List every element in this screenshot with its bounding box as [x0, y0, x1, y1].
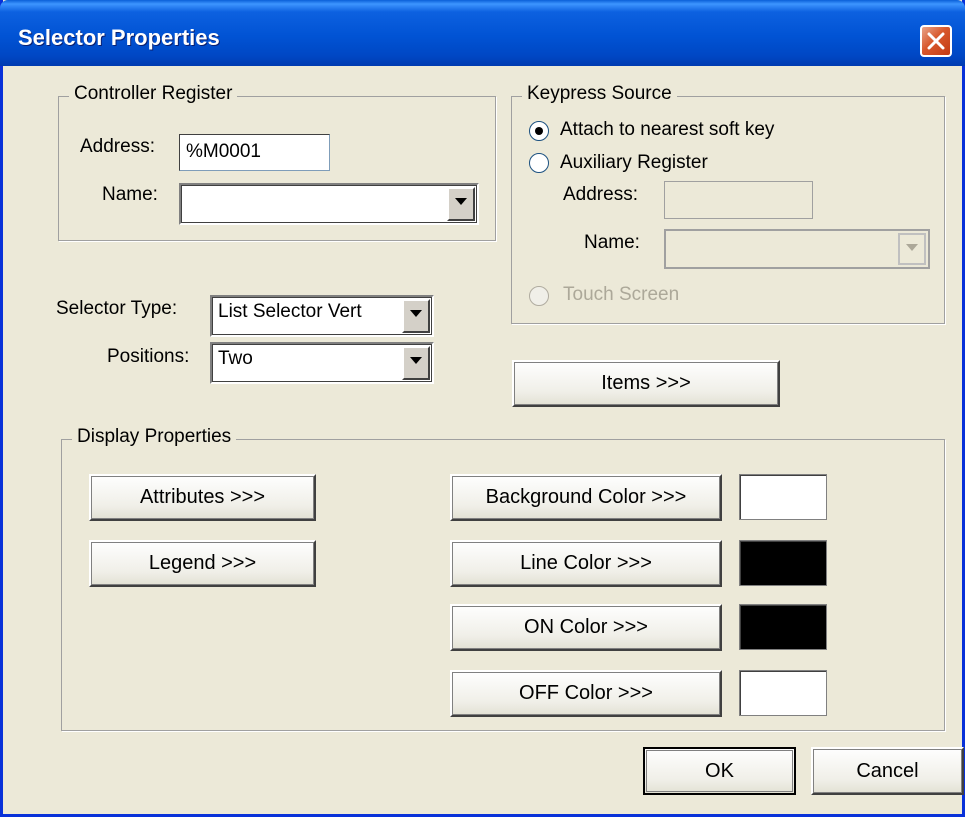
close-icon [927, 32, 945, 50]
chevron-down-icon [906, 244, 918, 251]
name-label: Name: [102, 184, 158, 205]
positions-combobox[interactable]: Two [210, 342, 434, 384]
on-color-swatch[interactable] [739, 604, 827, 650]
close-button[interactable] [920, 25, 952, 57]
chevron-down-icon [410, 357, 422, 364]
line-color-swatch[interactable] [739, 540, 827, 586]
background-color-button[interactable]: Background Color >>> [450, 474, 722, 521]
keypress-source-title: Keypress Source [522, 83, 677, 105]
aux-name-combobox[interactable] [664, 229, 930, 269]
selector-type-label: Selector Type: [56, 298, 178, 319]
name-dropdown-button[interactable] [447, 187, 475, 221]
aux-name-label: Name: [584, 232, 640, 253]
attributes-button[interactable]: Attributes >>> [89, 474, 316, 521]
touch-screen-label[interactable]: Touch Screen [563, 284, 679, 306]
aux-name-dropdown-button[interactable] [898, 233, 926, 265]
line-color-button[interactable]: Line Color >>> [450, 540, 722, 587]
off-color-button[interactable]: OFF Color >>> [450, 670, 722, 717]
positions-value: Two [218, 348, 253, 369]
positions-dropdown-button[interactable] [402, 346, 430, 380]
selector-properties-dialog: Selector Properties Controller Register … [0, 0, 965, 817]
window-title: Selector Properties [18, 25, 220, 50]
aux-address-input[interactable] [664, 181, 813, 219]
ok-button[interactable]: OK [643, 747, 796, 795]
auxiliary-register-radio[interactable] [529, 153, 549, 173]
legend-button[interactable]: Legend >>> [89, 540, 316, 587]
auxiliary-register-label[interactable]: Auxiliary Register [560, 152, 708, 174]
attach-soft-key-radio[interactable] [529, 121, 549, 141]
off-color-swatch[interactable] [739, 670, 827, 716]
address-input[interactable]: %M0001 [179, 134, 330, 171]
items-button[interactable]: Items >>> [512, 360, 780, 407]
aux-address-label: Address: [563, 184, 638, 205]
title-bar[interactable]: Selector Properties [0, 0, 965, 66]
selector-type-dropdown-button[interactable] [402, 299, 430, 333]
touch-screen-radio[interactable] [529, 286, 549, 306]
address-label: Address: [80, 136, 155, 157]
controller-register-title: Controller Register [69, 83, 238, 105]
chevron-down-icon [410, 310, 422, 317]
cancel-button[interactable]: Cancel [811, 747, 964, 795]
background-color-swatch[interactable] [739, 474, 827, 520]
attach-soft-key-label[interactable]: Attach to nearest soft key [560, 119, 774, 141]
chevron-down-icon [455, 198, 467, 205]
display-properties-title: Display Properties [72, 426, 237, 448]
selector-type-combobox[interactable]: List Selector Vert [210, 295, 434, 337]
selector-type-value: List Selector Vert [218, 301, 362, 322]
positions-label: Positions: [107, 346, 190, 367]
name-combobox[interactable] [179, 183, 479, 225]
on-color-button[interactable]: ON Color >>> [450, 604, 722, 651]
